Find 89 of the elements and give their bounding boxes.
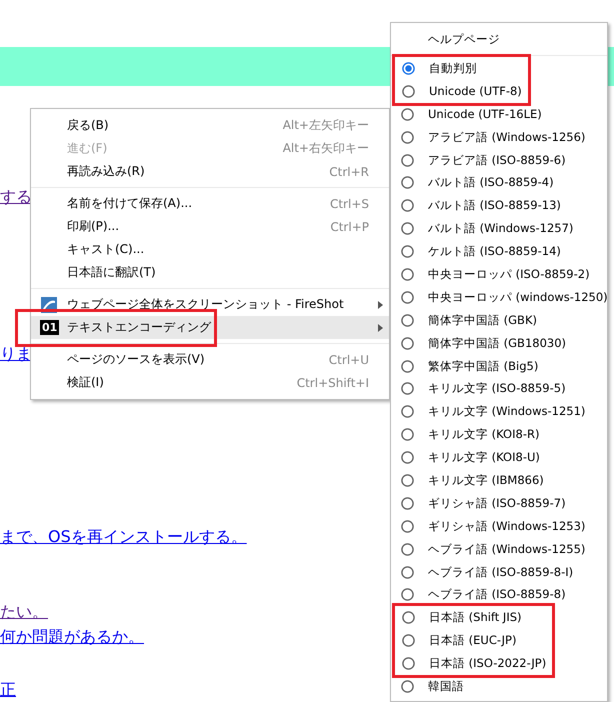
menu-item[interactable]: 名前を付けて保存(A)... Ctrl+S: [31, 192, 389, 215]
radio-button[interactable]: [401, 451, 414, 464]
help-page-item[interactable]: ヘルプページ: [391, 28, 607, 50]
page-link[interactable]: まで、OSを再インストールする。: [0, 527, 247, 547]
encoding-option[interactable]: 中央ヨーロッパ (ISO-8859-2): [391, 263, 607, 286]
menu-label: 日本語に翻訳(T): [67, 264, 157, 281]
encoding-option[interactable]: ギリシャ語 (ISO-8859-7): [391, 492, 607, 515]
page-link[interactable]: 正: [0, 680, 16, 700]
radio-button[interactable]: [401, 566, 414, 579]
encoding-option[interactable]: ヘブライ語 (Windows-1255): [391, 538, 607, 561]
menu-label: ページのソースを表示(V): [67, 351, 206, 368]
menu-item[interactable]: 検証(I) Ctrl+Shift+I: [31, 371, 389, 394]
shortcut-label: Ctrl+U: [328, 352, 369, 366]
encoding-option[interactable]: ヘブライ語 (ISO-8859-8-I): [391, 560, 607, 584]
menu-item[interactable]: 日本語に翻訳(T): [31, 261, 389, 284]
radio-button[interactable]: [401, 542, 414, 556]
radio-button[interactable]: [401, 314, 414, 327]
shortcut-label: Ctrl+P: [330, 220, 369, 234]
menu-label: テキストエンコーディング: [67, 319, 212, 336]
encoding-option[interactable]: 日本語 (EUC-JP): [395, 629, 546, 652]
radio-button[interactable]: [401, 474, 414, 487]
radio-button[interactable]: [401, 245, 414, 258]
radio-button[interactable]: [401, 336, 414, 350]
radio-button[interactable]: [402, 84, 415, 98]
encoding-option[interactable]: 簡体字中国語 (GBK): [391, 308, 607, 332]
radio-button[interactable]: [401, 130, 414, 144]
radio-button[interactable]: [402, 657, 415, 670]
encoding-option[interactable]: 簡体字中国語 (GB18030): [391, 332, 607, 355]
radio-button[interactable]: [401, 268, 414, 281]
radio-button[interactable]: [401, 222, 414, 236]
encoding-option[interactable]: 日本語 (Shift JIS): [395, 606, 546, 630]
menu-item[interactable]: 印刷(P)... Ctrl+P: [31, 215, 389, 238]
menu-label: 戻る(B): [67, 117, 110, 134]
encoding-option[interactable]: 繁体字中国語 (Big5): [391, 354, 607, 378]
radio-button[interactable]: [401, 428, 414, 442]
encoding-option[interactable]: バルト語 (ISO-8859-13): [391, 194, 607, 218]
radio-button[interactable]: [402, 62, 415, 75]
radio-button[interactable]: [401, 520, 414, 533]
encoding-option[interactable]: キリル文字 (IBM866): [391, 469, 607, 492]
encoding-option[interactable]: 日本語 (ISO-2022-JP): [395, 652, 546, 676]
encoding-option[interactable]: 韓国語: [391, 675, 607, 698]
menu-label: 検証(I): [67, 374, 105, 391]
page-link[interactable]: する: [0, 187, 32, 207]
encoding-option[interactable]: ケルト語 (ISO-8859-14): [391, 240, 607, 264]
encoding-option[interactable]: Unicode (UTF-8): [395, 80, 522, 103]
encoding-option[interactable]: キリル文字 (KOI8-R): [391, 423, 607, 446]
encoding-option[interactable]: キリル文字 (Windows-1251): [391, 400, 607, 424]
encoding-icon: 01: [40, 320, 60, 335]
encoding-option[interactable]: ギリシャ語 (Windows-1253): [391, 514, 607, 538]
page-link[interactable]: りま: [0, 344, 32, 364]
shortcut-label: Ctrl+Shift+I: [296, 376, 369, 390]
shortcut-label: Ctrl+R: [329, 164, 369, 178]
shortcut-label: Ctrl+S: [330, 196, 369, 210]
encoding-option[interactable]: キリル文字 (ISO-8859-5): [391, 377, 607, 400]
page-link[interactable]: たい。: [0, 602, 48, 622]
radio-button[interactable]: [401, 290, 414, 304]
encoding-option[interactable]: 中央ヨーロッパ (windows-1250): [391, 286, 607, 309]
menu-label: 印刷(P)...: [67, 218, 120, 235]
radio-button[interactable]: [401, 360, 414, 373]
radio-button[interactable]: [401, 108, 414, 121]
encoding-option[interactable]: バルト語 (ISO-8859-4): [391, 171, 607, 194]
radio-button[interactable]: [401, 176, 414, 190]
encoding-option[interactable]: アラビア語 (ISO-8859-6): [391, 148, 607, 172]
encoding-option[interactable]: Unicode (UTF-16LE): [391, 102, 607, 126]
radio-button[interactable]: [402, 611, 415, 624]
menu-label: 名前を付けて保存(A)...: [67, 195, 194, 212]
shortcut-label: Alt+右矢印キー: [282, 140, 369, 157]
menu-item[interactable]: 戻る(B) Alt+左矢印キー: [31, 114, 389, 137]
menu-item[interactable]: ページのソースを表示(V) Ctrl+U: [31, 348, 389, 371]
radio-button[interactable]: [401, 588, 414, 602]
encoding-option[interactable]: 自動判別: [395, 57, 522, 80]
radio-button[interactable]: [401, 680, 414, 693]
shortcut-label: Alt+左矢印キー: [282, 117, 369, 134]
radio-button[interactable]: [401, 382, 414, 396]
encoding-option[interactable]: バルト語 (Windows-1257): [391, 217, 607, 240]
encoding-option[interactable]: キリル文字 (KOI8-U): [391, 446, 607, 470]
radio-button[interactable]: [402, 634, 415, 648]
radio-button[interactable]: [401, 199, 414, 212]
page-link[interactable]: 何か問題があるか。: [0, 627, 144, 647]
menu-label: 再読み込み(R): [67, 163, 146, 180]
radio-button[interactable]: [401, 496, 414, 510]
encoding-option[interactable]: ヘブライ語 (ISO-8859-8): [391, 583, 607, 606]
radio-button[interactable]: [401, 405, 414, 418]
radio-button[interactable]: [401, 154, 414, 166]
menu-item[interactable]: 再読み込み(R) Ctrl+R: [31, 160, 389, 183]
encoding-option[interactable]: アラビア語 (Windows-1256): [391, 126, 607, 149]
menu-label: 進む(F): [67, 140, 108, 157]
menu-label: キャスト(C)...: [67, 241, 146, 258]
menu-item[interactable]: キャスト(C)...: [31, 238, 389, 261]
